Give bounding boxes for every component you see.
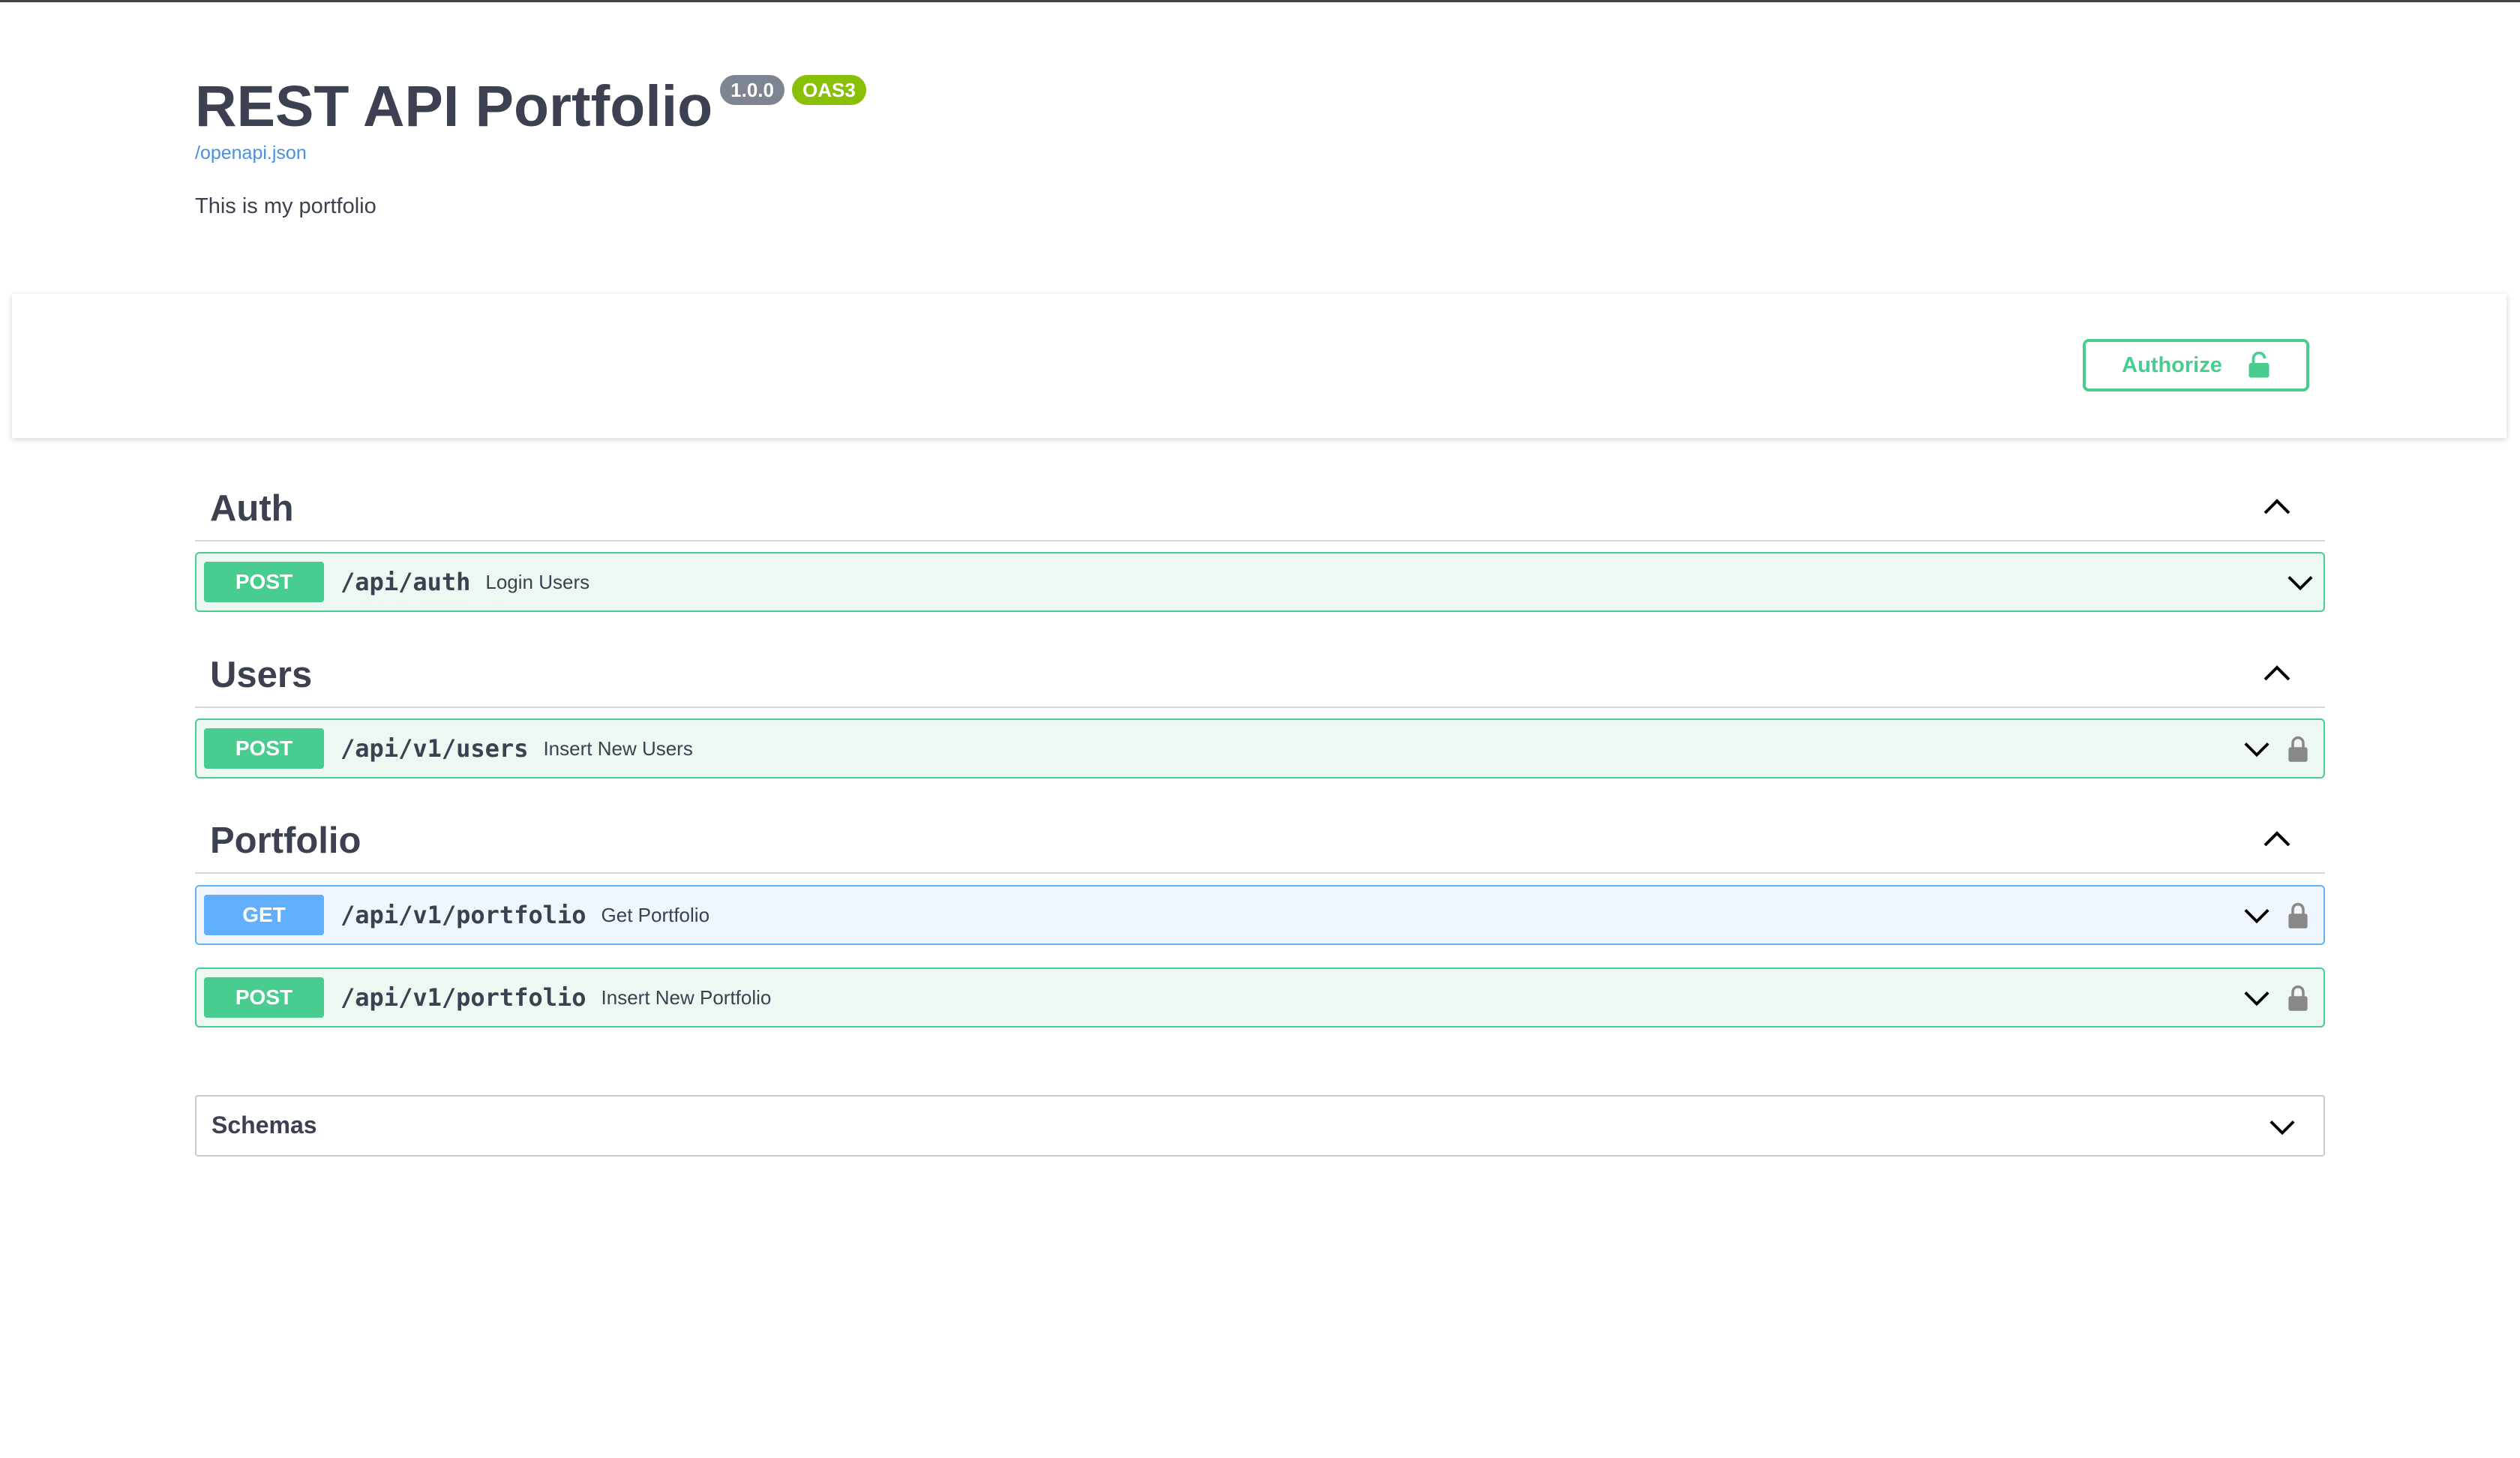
top-border [0, 0, 2520, 2]
tag-section-users: Users POST /api/v1/users Insert New User… [195, 636, 2325, 778]
chevron-down-icon[interactable] [2242, 902, 2271, 930]
opblock-post-api-auth[interactable]: POST /api/auth Login Users [195, 552, 2325, 612]
page-title: REST API Portfolio [195, 74, 713, 139]
method-badge: GET [204, 895, 324, 935]
operation-summary: Insert New Users [543, 736, 693, 760]
api-info: REST API Portfolio 1.0.0 OAS3 /openapi.j… [195, 72, 866, 219]
oas-badge: OAS3 [791, 75, 866, 105]
tag-header-users[interactable]: Users [195, 636, 2325, 708]
tag-name: Users [210, 655, 313, 695]
schemas-section[interactable]: Schemas [195, 1095, 2325, 1156]
version-badge: 1.0.0 [720, 75, 784, 105]
operation-summary: Get Portfolio [601, 903, 710, 926]
tag-name: Portfolio [210, 820, 362, 861]
opblock-get-api-v1-portfolio[interactable]: GET /api/v1/portfolio Get Portfolio [195, 885, 2325, 945]
lock-icon[interactable] [2288, 984, 2308, 1012]
operation-summary: Insert New Portfolio [601, 986, 772, 1009]
tag-section-auth: Auth POST /api/auth Login Users [195, 470, 2325, 612]
tag-section-portfolio: Portfolio GET /api/v1/portfolio Get Port… [195, 802, 2325, 1028]
lock-icon[interactable] [2288, 735, 2308, 764]
tag-header-auth[interactable]: Auth [195, 470, 2325, 542]
openapi-json-link[interactable]: /openapi.json [195, 142, 866, 164]
operation-summary: Login Users [485, 570, 590, 593]
chevron-up-icon[interactable] [2262, 824, 2292, 854]
opblock-post-api-v1-portfolio[interactable]: POST /api/v1/portfolio Insert New Portfo… [195, 968, 2325, 1028]
operation-path: /api/v1/portfolio [340, 983, 586, 1012]
tag-header-portfolio[interactable]: Portfolio [195, 802, 2325, 874]
tag-name: Auth [210, 488, 294, 529]
lock-icon[interactable] [2288, 902, 2308, 930]
operation-path: /api/v1/users [340, 734, 529, 763]
authorize-label: Authorize [2122, 352, 2222, 377]
api-description: This is my portfolio [195, 194, 376, 218]
title-row: REST API Portfolio 1.0.0 OAS3 [195, 72, 866, 141]
schemas-title: Schemas [212, 1112, 317, 1138]
authorize-button[interactable]: Authorize [2083, 339, 2309, 392]
method-badge: POST [204, 728, 324, 769]
chevron-up-icon[interactable] [2262, 492, 2292, 522]
opblock-post-api-v1-users[interactable]: POST /api/v1/users Insert New Users [195, 718, 2325, 778]
chevron-up-icon[interactable] [2262, 658, 2292, 688]
chevron-down-icon[interactable] [2242, 984, 2271, 1012]
operation-path: /api/auth [340, 568, 471, 596]
chevron-down-icon[interactable] [2242, 735, 2271, 764]
chevron-down-icon[interactable] [2268, 1113, 2296, 1142]
chevron-down-icon[interactable] [2286, 568, 2314, 597]
method-badge: POST [204, 562, 324, 602]
operation-path: /api/v1/portfolio [340, 901, 586, 929]
method-badge: POST [204, 977, 324, 1018]
unlock-icon [2248, 352, 2270, 378]
scheme-container: Authorize [12, 294, 2506, 438]
